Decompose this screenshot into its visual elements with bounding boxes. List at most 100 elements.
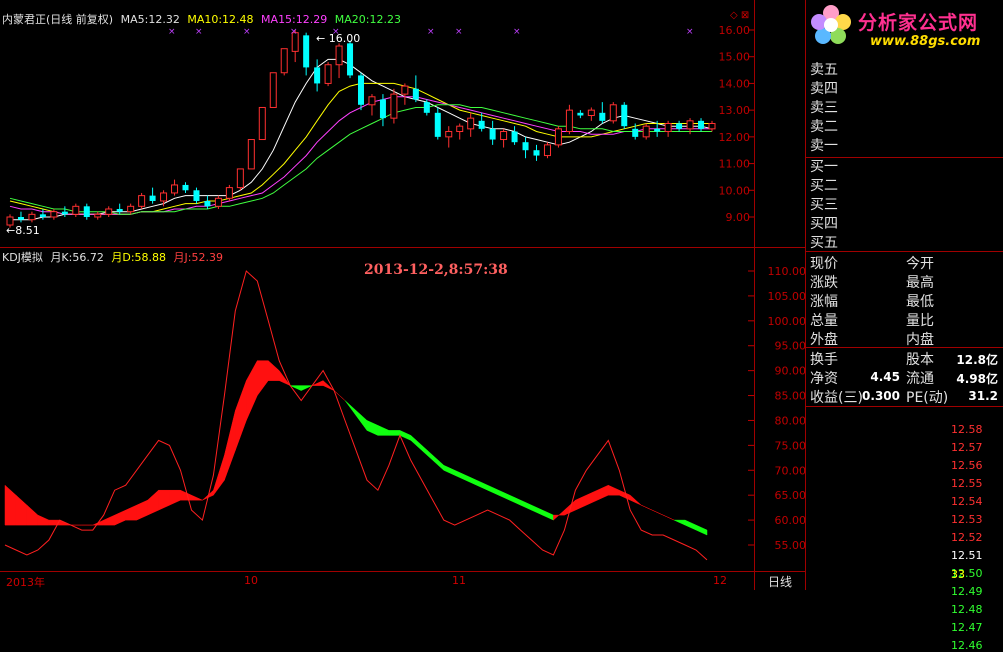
candle-body: [171, 184, 179, 194]
candle-body: [676, 123, 683, 129]
price-ytick-label: 16.00: [719, 24, 751, 37]
kdj-band-segment: [103, 514, 115, 526]
candle-body: [182, 184, 189, 191]
kdj-band-segment: [268, 360, 280, 381]
kdj-ytick-label: 80.00: [775, 414, 807, 427]
orderbook-buy-label: 买五: [810, 235, 838, 251]
kdj-ytick-label: 85.00: [775, 390, 807, 403]
tick-price-label: 12.57: [951, 441, 983, 454]
tick-price-label: 12.53: [951, 513, 983, 526]
quote-label: 内盘: [906, 332, 934, 348]
kdj-band-segment: [509, 494, 521, 506]
quote-label: 现价: [810, 256, 838, 272]
period-button[interactable]: 日线: [768, 573, 792, 590]
event-marker: ×: [427, 27, 435, 37]
stat-value: 4.45: [870, 370, 900, 384]
kdj-band-segment: [465, 474, 477, 486]
site-logo[interactable]: 分析家公式网 www.88gs.com: [808, 2, 1002, 54]
kdj-band-segment: [542, 509, 554, 521]
tick-price-label: 12.47: [951, 621, 983, 634]
kdj-band-segment: [443, 464, 455, 476]
candle-body: [214, 197, 222, 207]
kdj-band-segment: [629, 494, 642, 506]
kdj-band-segment: [37, 514, 50, 526]
candle-body: [565, 109, 573, 133]
candle-body: [401, 85, 409, 95]
ma-line-ma15: [9, 96, 712, 215]
candle-body: [467, 117, 475, 130]
kdj-band-segment: [26, 504, 39, 526]
tick-price-label: 12.55: [951, 477, 983, 490]
orderbook-sell-label: 卖一: [810, 138, 838, 154]
candle-body: [412, 88, 419, 100]
tick-bottom-value: 33: [951, 568, 965, 581]
candle-body: [28, 213, 36, 221]
kdj-band-segment: [366, 420, 379, 436]
kdj-ytick-label: 70.00: [775, 464, 807, 477]
candle-body: [708, 123, 716, 130]
kdj-band-segment: [498, 489, 510, 501]
stat-value: 0.300: [862, 389, 900, 403]
kdj-ytick-label: 75.00: [775, 439, 807, 452]
orderbook-buy-label: 买二: [810, 178, 838, 194]
candle-body: [17, 217, 24, 220]
logo-url: www.88gs.com: [870, 34, 981, 49]
kdj-band-segment: [235, 380, 247, 451]
tick-price-label: 12.54: [951, 495, 983, 508]
candle-body: [390, 93, 398, 119]
candle-body: [347, 43, 354, 76]
event-marker: ×: [513, 27, 521, 37]
event-marker: ×: [290, 27, 298, 37]
candle-body: [456, 125, 464, 133]
quote-label: 外盘: [810, 332, 838, 348]
kdj-band-segment: [169, 489, 181, 506]
price-low-annotation: ←8.51: [6, 224, 40, 237]
candle-body: [149, 195, 156, 201]
kdj-band-segment: [114, 509, 126, 526]
price-ytick-label: 14.00: [719, 77, 751, 90]
candle-body: [599, 112, 606, 121]
kdj-band-segment: [608, 484, 620, 496]
kdj-ytick-label: 100.00: [768, 315, 807, 328]
event-marker: ×: [195, 27, 203, 37]
tick-price-label: 12.58: [951, 423, 983, 436]
kdj-band-segment: [224, 410, 236, 481]
candle-body: [269, 72, 277, 108]
kdj-band-segment: [432, 454, 444, 471]
price-ytick-label: 9.00: [726, 211, 751, 224]
candle-body: [511, 131, 518, 143]
kdj-ytick-label: 55.00: [775, 539, 807, 552]
kdj-ytick-label: 95.00: [775, 340, 807, 353]
candle-body: [225, 187, 233, 199]
tick-price-label: 12.48: [951, 603, 983, 616]
quote-label: 总量: [810, 313, 838, 329]
event-marker: ×: [243, 27, 251, 37]
kdj-band-segment: [191, 494, 203, 501]
event-marker: ×: [455, 27, 463, 37]
chart-canvas[interactable]: 16.00 15.00 14.00 13.00 12.00 11.00 10.00 9.00 1…: [0, 0, 806, 590]
stat-value: 31.2: [968, 389, 998, 403]
quote-label: 涨跌: [810, 275, 838, 291]
candle-body: [478, 120, 485, 129]
kdj-band-segment: [531, 504, 543, 516]
candle-body: [335, 45, 343, 66]
kdj-band-segment: [344, 400, 357, 417]
quote-label: 最低: [906, 294, 934, 310]
kdj-band-segment: [695, 524, 708, 536]
stat-value: 4.98亿: [956, 372, 998, 386]
kdj-band-segment: [652, 509, 664, 516]
candle-body: [698, 120, 705, 129]
kdj-band-segment: [388, 430, 401, 436]
candle-body: [642, 125, 650, 138]
kdj-band-segment: [257, 360, 269, 397]
stat-label: 股本: [906, 352, 934, 368]
stat-label: 换手: [810, 352, 838, 368]
candle-body: [61, 211, 68, 215]
kdj-band-segment: [575, 494, 587, 511]
flower-icon: [810, 4, 852, 46]
logo-name: 分析家公式网: [858, 12, 979, 34]
price-ytick-label: 13.00: [719, 104, 751, 117]
candle-body: [577, 112, 584, 116]
candle-body: [445, 131, 453, 138]
candle-body: [423, 102, 430, 113]
